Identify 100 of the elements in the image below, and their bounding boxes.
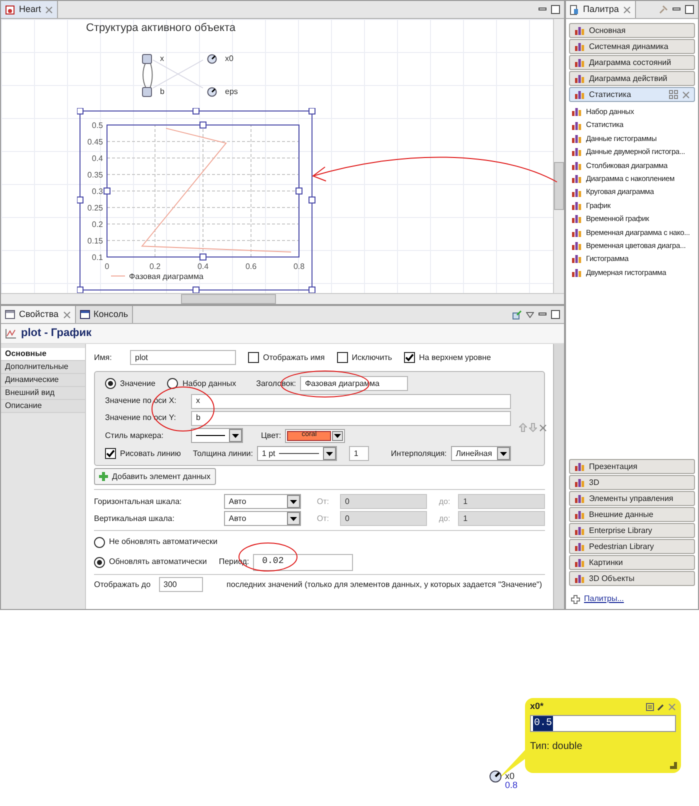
checkbox[interactable] [248, 352, 259, 363]
input-field[interactable]: x [191, 394, 511, 408]
vertical-scrollbar[interactable] [553, 344, 564, 609]
variable-icon[interactable] [142, 87, 152, 97]
checkbox[interactable] [105, 448, 116, 459]
editor-tab[interactable]: Heart [1, 1, 58, 18]
input-field[interactable]: b [191, 410, 511, 426]
value-field[interactable]: 0.5 [530, 715, 676, 732]
side-tab[interactable]: Описание [1, 400, 85, 413]
field-label: до: [438, 496, 452, 508]
input-field[interactable]: 1 [348, 446, 369, 461]
maximize-icon[interactable] [685, 5, 694, 14]
radio-button[interactable] [94, 536, 105, 548]
legend-label: Фазовая диаграмма [129, 272, 204, 281]
panel-icon [80, 310, 90, 319]
dropdown[interactable]: Линейная [450, 446, 511, 461]
list-icon[interactable] [646, 703, 654, 711]
panel-tab[interactable]: Консоль [76, 306, 134, 323]
caret-icon [500, 452, 507, 456]
input-field[interactable]: 0.02 [253, 554, 354, 570]
node-value: 0.8 [505, 781, 518, 790]
parameter-icon[interactable] [207, 54, 217, 64]
value-popup[interactable]: x0* 0.5 Тип: double [525, 698, 681, 773]
side-tab[interactable]: Основные [1, 348, 85, 361]
menu-icon[interactable] [526, 312, 534, 318]
pencil-icon[interactable] [657, 703, 665, 711]
resize-grip-icon[interactable] [670, 762, 677, 769]
palette-section[interactable]: Внешние данные [569, 507, 695, 522]
section-icon [574, 73, 585, 84]
close-icon[interactable] [62, 310, 71, 318]
palette-section[interactable]: Презентация [569, 459, 695, 474]
section-icon [574, 493, 585, 504]
canvas[interactable]: Структура активного объекта x b x0 eps 0.1 0.15 0.2 0.25 0.3 0.35 0.4 0.45 0.5 0 0.2 0.4 0.6 0.8 Фазовая диаграмма [1, 19, 553, 293]
collapse-icon[interactable] [682, 90, 690, 98]
chart-icon [571, 266, 582, 278]
horizontal-scrollbar[interactable] [1, 293, 564, 304]
palette-section[interactable]: 3D [569, 475, 695, 490]
chart-icon [571, 132, 582, 144]
tick-label: 0.3 [92, 187, 103, 196]
variable-icon[interactable] [142, 54, 152, 64]
section-icon [574, 477, 585, 488]
section-icon [574, 525, 585, 536]
tick-label: 0 [104, 262, 110, 271]
dropdown[interactable] [191, 428, 243, 443]
close-icon[interactable] [622, 6, 631, 14]
close-icon[interactable] [45, 6, 54, 14]
panel-tab[interactable]: Свойства [1, 306, 76, 323]
palette-tab[interactable]: Палитра [566, 1, 636, 18]
node-label: x0 [505, 772, 516, 781]
caret-icon [290, 516, 297, 520]
palette-section[interactable]: Диаграмма действий [569, 71, 695, 86]
side-tab[interactable]: Внешний вид [1, 387, 85, 400]
palette-section[interactable]: Основная [569, 23, 695, 38]
plus-icon [571, 594, 580, 604]
chart-icon [571, 253, 582, 264]
input-field[interactable]: plot [130, 350, 236, 365]
checkbox[interactable] [404, 352, 416, 363]
palettes-link[interactable]: Палитры... [584, 593, 624, 605]
caret-icon [290, 500, 297, 504]
document-icon [5, 4, 15, 14]
radio-button[interactable] [167, 378, 178, 389]
palette-section[interactable]: Картинки [569, 555, 695, 570]
tick-label: 0.4 [92, 154, 103, 163]
section-icon [574, 573, 585, 584]
parameter-icon[interactable] [489, 770, 502, 783]
section-icon [574, 461, 585, 472]
add-data-item-button[interactable]: Добавить элемент данных [94, 468, 216, 485]
section-icon [574, 57, 585, 68]
field-label: Имя: [94, 352, 113, 364]
radio-button[interactable] [105, 378, 116, 389]
dropdown[interactable]: 1 pt [256, 446, 337, 461]
vertical-scrollbar[interactable] [553, 19, 564, 293]
tab-label: Heart [19, 2, 42, 16]
palette-section[interactable]: 3D Объекты [569, 571, 695, 586]
palette-section[interactable]: Диаграмма состояний [569, 55, 695, 70]
radio-button[interactable] [94, 556, 105, 568]
side-tab[interactable]: Дополнительные [1, 361, 85, 374]
checkbox[interactable] [336, 352, 348, 363]
maximize-icon[interactable] [551, 310, 560, 319]
line-width-icon [279, 453, 319, 454]
input-field[interactable]: 300 [158, 577, 203, 592]
parameter-icon[interactable] [207, 87, 217, 97]
close-icon[interactable] [668, 703, 676, 711]
palette-section[interactable]: Enterprise Library [569, 523, 695, 538]
maximize-icon[interactable] [551, 5, 560, 14]
checkbox-label: Отображать имя [263, 352, 325, 364]
palette-section[interactable]: Статистика [569, 87, 695, 102]
field-label: до: [438, 512, 452, 524]
palette-section[interactable]: Элементы управления [569, 491, 695, 506]
chart-icon [571, 120, 582, 131]
remove-icon[interactable] [538, 424, 547, 432]
palette-section[interactable]: Системная динамика [569, 39, 695, 54]
radio-label: Набор данных [182, 378, 236, 390]
section-icon [574, 541, 585, 552]
section-icon [574, 25, 585, 36]
layout-icon[interactable] [669, 90, 678, 99]
field-label: Вертикальная шкала: [94, 512, 176, 524]
line-style-icon [196, 435, 225, 436]
palette-section[interactable]: Pedestrian Library [569, 539, 695, 554]
side-tab[interactable]: Динамические [1, 374, 85, 387]
